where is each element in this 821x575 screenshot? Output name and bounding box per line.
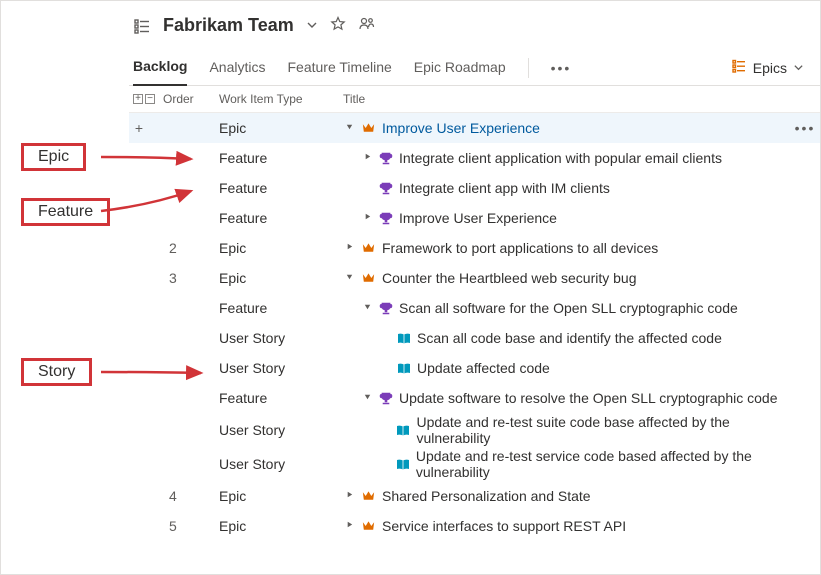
row-title: Integrate client application with popula… [399, 150, 722, 166]
book-icon [396, 458, 410, 471]
team-name[interactable]: Fabrikam Team [163, 15, 294, 36]
backlog-level-selector[interactable]: Epics [731, 58, 804, 77]
row-type: Feature [219, 180, 343, 196]
col-order[interactable]: Order [163, 92, 219, 106]
row-type: Feature [219, 390, 343, 406]
row-order: 4 [163, 488, 219, 504]
row-title: Shared Personalization and State [382, 488, 591, 504]
crown-icon [361, 121, 376, 135]
expand-caret-icon[interactable] [361, 212, 373, 224]
page-header: Fabrikam Team [129, 11, 820, 50]
tab-epic-roadmap[interactable]: Epic Roadmap [414, 51, 506, 85]
table-row[interactable]: + Epic Improve User Experience ••• [129, 113, 820, 143]
crown-icon [361, 519, 376, 533]
row-type: Feature [219, 210, 343, 226]
tabs-bar: Backlog Analytics Feature Timeline Epic … [129, 50, 820, 86]
annotation-feature-label: Feature [21, 198, 110, 226]
backlog-icon [133, 17, 151, 35]
table-row[interactable]: 5Epic Service interfaces to support REST … [129, 511, 820, 541]
row-more-icon[interactable]: ••• [790, 120, 820, 136]
row-title: Integrate client app with IM clients [399, 180, 610, 196]
tab-analytics[interactable]: Analytics [209, 51, 265, 85]
trophy-icon [379, 301, 393, 315]
row-title: Update software to resolve the Open SLL … [399, 390, 777, 406]
table-row[interactable]: Feature Integrate client app with IM clie… [129, 173, 820, 203]
table-row[interactable]: User Story Scan all code base and identif… [129, 323, 820, 353]
trophy-icon [379, 391, 393, 405]
team-dropdown-chevron-icon[interactable] [306, 18, 318, 34]
tab-divider [528, 58, 529, 78]
chevron-down-icon [793, 62, 804, 73]
column-headers: + − Order Work Item Type Title [129, 86, 820, 113]
epics-level-icon [731, 58, 747, 77]
row-type: Epic [219, 270, 343, 286]
tab-backlog[interactable]: Backlog [133, 50, 187, 86]
row-type: Epic [219, 240, 343, 256]
row-type: User Story [219, 422, 343, 438]
row-title: Update and re-test suite code base affec… [416, 414, 790, 446]
book-icon [397, 332, 411, 345]
crown-icon [361, 271, 376, 285]
row-title: Framework to port applications to all de… [382, 240, 658, 256]
row-title: Update and re-test service code based af… [416, 448, 790, 480]
table-row[interactable]: Feature Improve User Experience [129, 203, 820, 233]
row-type: User Story [219, 456, 343, 472]
row-title: Counter the Heartbleed web security bug [382, 270, 636, 286]
row-type: Epic [219, 518, 343, 534]
row-order: 3 [163, 270, 219, 286]
row-type: Feature [219, 150, 343, 166]
crown-icon [361, 489, 376, 503]
trophy-icon [379, 151, 393, 165]
row-type: User Story [219, 330, 343, 346]
tab-feature-timeline[interactable]: Feature Timeline [288, 51, 392, 85]
trophy-icon [379, 181, 393, 195]
row-title: Improve User Experience [399, 210, 557, 226]
crown-icon [361, 241, 376, 255]
expand-caret-icon[interactable] [361, 392, 373, 404]
table-row[interactable]: User Story Update affected code [129, 353, 820, 383]
expand-caret-icon[interactable] [343, 122, 355, 134]
row-title: Update affected code [417, 360, 550, 376]
expand-caret-icon[interactable] [343, 490, 355, 502]
backlog-rows: + Epic Improve User Experience ••• Feature In… [129, 113, 820, 541]
row-order: 5 [163, 518, 219, 534]
book-icon [397, 362, 411, 375]
add-child-button[interactable]: + [133, 122, 145, 134]
table-row[interactable]: User Story Update and re-test suite code … [129, 413, 820, 447]
col-title[interactable]: Title [343, 92, 820, 106]
trophy-icon [379, 211, 393, 225]
table-row[interactable]: 3Epic Counter the Heartbleed web security… [129, 263, 820, 293]
row-type: Feature [219, 300, 343, 316]
annotation-story-label: Story [21, 358, 92, 386]
backlog-level-label: Epics [753, 60, 787, 76]
row-title: Scan all software for the Open SLL crypt… [399, 300, 738, 316]
col-type[interactable]: Work Item Type [219, 92, 343, 106]
row-type: Epic [219, 120, 343, 136]
table-row[interactable]: Feature Scan all software for the Open SL… [129, 293, 820, 323]
row-order: 2 [163, 240, 219, 256]
collapse-all-button[interactable]: − [145, 94, 155, 104]
row-title: Service interfaces to support REST API [382, 518, 626, 534]
expand-caret-icon[interactable] [343, 520, 355, 532]
expand-caret-icon[interactable] [361, 302, 373, 314]
expand-caret-icon[interactable] [361, 152, 373, 164]
book-icon [396, 424, 410, 437]
row-type: Epic [219, 488, 343, 504]
team-members-icon[interactable] [358, 16, 376, 35]
row-title: Scan all code base and identify the affe… [417, 330, 722, 346]
table-row[interactable]: 2Epic Framework to port applications to a… [129, 233, 820, 263]
row-title[interactable]: Improve User Experience [382, 120, 540, 136]
expand-caret-icon[interactable] [343, 242, 355, 254]
favorite-star-icon[interactable] [330, 16, 346, 35]
table-row[interactable]: Feature Integrate client application with… [129, 143, 820, 173]
row-type: User Story [219, 360, 343, 376]
expand-caret-icon[interactable] [343, 272, 355, 284]
annotation-epic-label: Epic [21, 143, 86, 171]
table-row[interactable]: User Story Update and re-test service cod… [129, 447, 820, 481]
table-row[interactable]: Feature Update software to resolve the Op… [129, 383, 820, 413]
table-row[interactable]: 4Epic Shared Personalization and State [129, 481, 820, 511]
expand-all-button[interactable]: + [133, 94, 143, 104]
tabs-more-icon[interactable]: ••• [551, 60, 572, 76]
